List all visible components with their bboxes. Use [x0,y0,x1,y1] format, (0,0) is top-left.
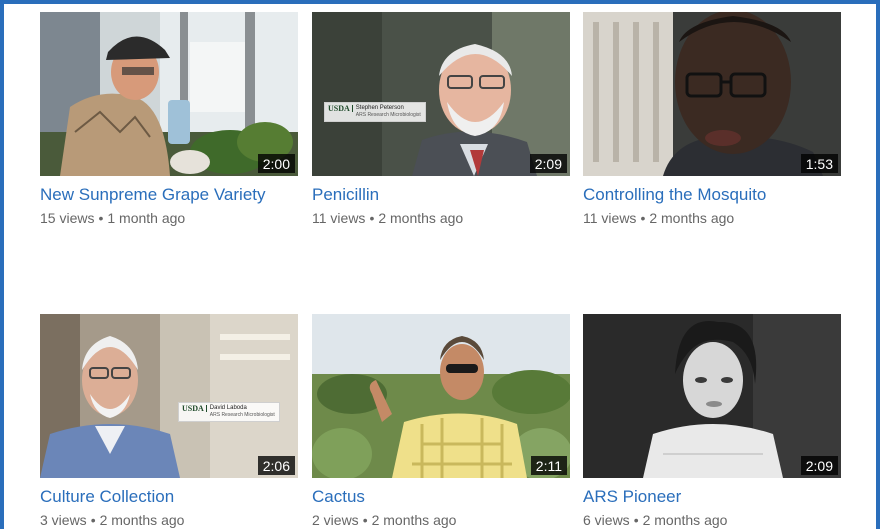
video-meta: 11 views • 2 months ago [312,210,570,226]
name-lower-third: USDA Stephen Peterson ARS Research Micro… [324,102,426,122]
speaker-name: Stephen Peterson [355,105,404,111]
upload-age: 2 months ago [649,210,735,226]
video-card[interactable]: 2:11 Cactus 2 views • 2 months ago [312,314,570,528]
thumbnail-image-cactus-field [312,314,570,478]
video-title-link[interactable]: Culture Collection [40,487,298,507]
video-meta: 3 views • 2 months ago [40,512,298,528]
view-count: 2 views [312,512,359,528]
upload-age: 2 months ago [99,512,185,528]
view-count: 11 views [583,210,637,226]
view-count: 11 views [312,210,366,226]
meta-separator: • [369,210,375,226]
video-card[interactable]: 1:53 Controlling the Mosquito 11 views • 2… [583,12,841,226]
video-thumbnail[interactable]: 2:00 [40,12,298,176]
usda-logo: USDA [182,405,207,413]
video-card[interactable]: 2:00 New Sunpreme Grape Variety 15 views… [40,12,298,226]
thumbnail-image-grape-researcher [40,12,298,176]
upload-age: 2 months ago [378,210,464,226]
view-count: 6 views [583,512,630,528]
video-duration: 2:09 [800,456,838,475]
video-thumbnail[interactable]: 2:11 [312,314,570,478]
upload-age: 1 month ago [107,210,186,226]
usda-logo: USDA [328,105,353,113]
speaker-name: David Laboda [209,405,247,411]
video-meta: 15 views • 1 month ago [40,210,298,226]
thumbnail-image-ars-pioneer-portrait [583,314,841,478]
speaker-role: ARS Research Microbiologist [355,112,421,118]
video-meta: 6 views • 2 months ago [583,512,841,528]
name-lower-third: USDA David Laboda ARS Research Microbiol… [178,402,280,422]
meta-separator: • [90,512,96,528]
video-duration: 1:53 [800,154,838,173]
view-count: 15 views [40,210,95,226]
video-title-link[interactable]: Controlling the Mosquito [583,185,841,205]
video-duration: 2:06 [257,456,295,475]
upload-age: 2 months ago [642,512,728,528]
thumbnail-image-culture-collection [40,314,298,478]
video-duration: 2:00 [257,154,295,173]
video-title-link[interactable]: Penicillin [312,185,570,205]
meta-separator: • [640,210,646,226]
video-title-link[interactable]: New Sunpreme Grape Variety [40,185,298,205]
video-meta: 11 views • 2 months ago [583,210,841,226]
video-thumbnail[interactable]: USDA Stephen Peterson ARS Research Micro… [312,12,570,176]
video-duration: 2:09 [529,154,567,173]
video-card[interactable]: USDA David Laboda ARS Research Microbiol… [40,314,298,528]
video-duration: 2:11 [530,456,567,475]
thumbnail-image-penicillin-interview [312,12,570,176]
video-thumbnail[interactable]: USDA David Laboda ARS Research Microbiol… [40,314,298,478]
video-card[interactable]: USDA Stephen Peterson ARS Research Micro… [312,12,570,226]
video-title-link[interactable]: ARS Pioneer [583,487,841,507]
upload-age: 2 months ago [371,512,457,528]
video-meta: 2 views • 2 months ago [312,512,570,528]
meta-separator: • [362,512,368,528]
thumbnail-image-mosquito-researcher [583,12,841,176]
video-thumbnail[interactable]: 2:09 [583,314,841,478]
speaker-role: ARS Research Microbiologist [209,412,275,418]
view-count: 3 views [40,512,87,528]
meta-separator: • [633,512,639,528]
video-card[interactable]: 2:09 ARS Pioneer 6 views • 2 months ago [583,314,841,528]
video-thumbnail[interactable]: 1:53 [583,12,841,176]
meta-separator: • [98,210,104,226]
video-title-link[interactable]: Cactus [312,487,570,507]
video-grid-panel: 2:00 New Sunpreme Grape Variety 15 views… [0,0,880,529]
